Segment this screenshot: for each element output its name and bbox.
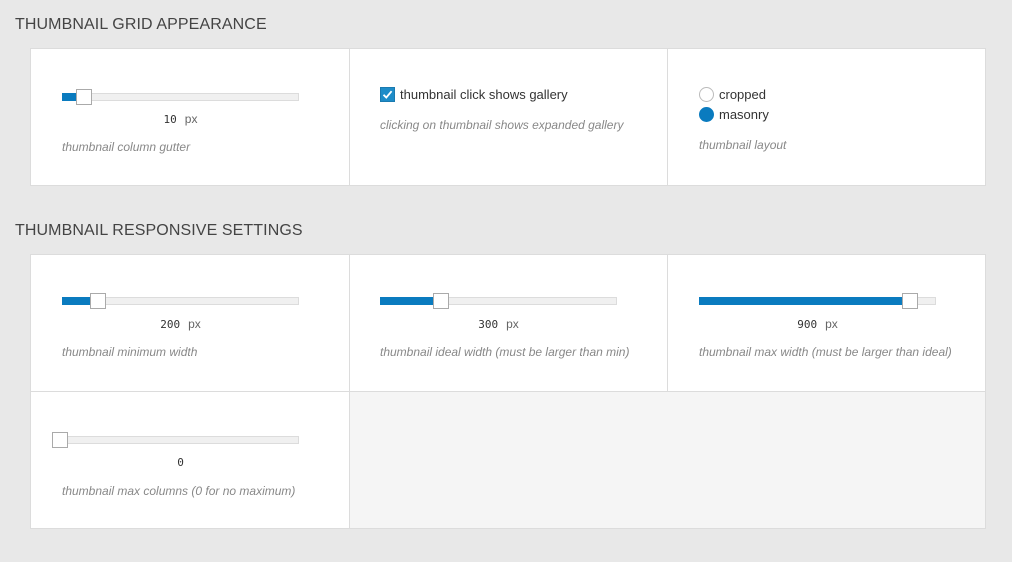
min-width-number: 200: [160, 318, 181, 331]
ideal-width-setting: 300 px thumbnail ideal width (must be lar…: [350, 255, 668, 391]
radio-masonry[interactable]: [699, 107, 714, 122]
ideal-width-number: 300: [478, 318, 499, 331]
max-columns-setting: 0 thumbnail max columns (0 for no maximu…: [31, 392, 350, 528]
click-gallery-setting: thumbnail click shows gallery clicking o…: [350, 49, 668, 185]
slider-handle[interactable]: [52, 432, 68, 448]
empty-area: [350, 392, 985, 528]
appearance-panel: 10 px thumbnail column gutter thumbnail c…: [30, 48, 986, 186]
min-width-setting: 200 px thumbnail minimum width: [31, 255, 350, 391]
min-width-value: 200 px: [62, 317, 299, 331]
max-columns-value: 0: [62, 456, 299, 469]
radio-cropped[interactable]: [699, 87, 714, 102]
max-columns-description: thumbnail max columns (0 for no maximum): [62, 484, 296, 498]
gutter-unit: px: [184, 112, 198, 126]
max-width-number: 900: [797, 318, 818, 331]
slider-handle[interactable]: [433, 293, 449, 309]
ideal-width-value: 300 px: [380, 317, 617, 331]
max-width-slider[interactable]: [699, 289, 936, 315]
checkmark-icon: [382, 90, 393, 99]
max-width-setting: 900 px thumbnail max width (must be large…: [668, 255, 985, 391]
max-width-value: 900 px: [699, 317, 936, 331]
slider-track[interactable]: [62, 436, 299, 444]
section-title-appearance: THUMBNAIL GRID APPEARANCE: [15, 16, 267, 33]
max-width-description: thumbnail max width (must be larger than…: [699, 345, 952, 359]
max-width-unit: px: [825, 317, 838, 331]
layout-description: thumbnail layout: [699, 138, 787, 152]
min-width-slider[interactable]: [62, 289, 299, 315]
slider-handle[interactable]: [902, 293, 918, 309]
radio-masonry-label[interactable]: masonry: [719, 107, 769, 122]
gutter-setting: 10 px thumbnail column gutter: [31, 49, 350, 185]
slider-fill: [380, 297, 441, 305]
gutter-slider[interactable]: [62, 85, 299, 111]
click-gallery-checkbox[interactable]: [380, 87, 395, 102]
ideal-width-slider[interactable]: [380, 289, 617, 315]
layout-setting: cropped masonry thumbnail layout: [668, 49, 985, 185]
max-columns-number: 0: [177, 456, 184, 469]
section-title-responsive: THUMBNAIL RESPONSIVE SETTINGS: [15, 222, 303, 239]
ideal-width-description: thumbnail ideal width (must be larger th…: [380, 345, 630, 359]
max-columns-slider[interactable]: [52, 428, 299, 454]
radio-cropped-label[interactable]: cropped: [719, 87, 766, 102]
slider-fill: [699, 297, 910, 305]
click-gallery-label[interactable]: thumbnail click shows gallery: [400, 87, 568, 102]
ideal-width-unit: px: [506, 317, 519, 331]
slider-handle[interactable]: [90, 293, 106, 309]
min-width-unit: px: [188, 317, 201, 331]
responsive-panel: 200 px thumbnail minimum width 300 px thum…: [30, 254, 986, 529]
gutter-description: thumbnail column gutter: [62, 140, 191, 154]
min-width-description: thumbnail minimum width: [62, 345, 198, 359]
slider-handle[interactable]: [76, 89, 92, 105]
slider-track[interactable]: [62, 93, 299, 101]
gutter-value-number: 10: [163, 113, 177, 126]
click-gallery-description: clicking on thumbnail shows expanded gal…: [380, 118, 624, 132]
gutter-value: 10 px: [62, 112, 299, 126]
